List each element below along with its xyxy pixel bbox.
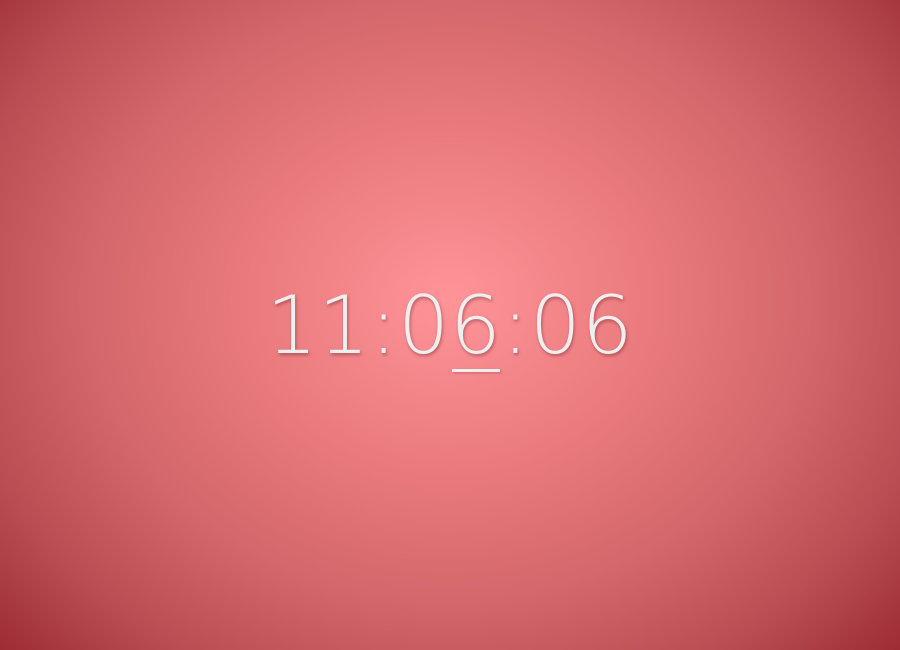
- clock-separator: :: [501, 279, 530, 372]
- clock-hours: 11: [266, 279, 371, 372]
- clock-minutes-tens: 0: [398, 279, 450, 372]
- text-cursor-underline: [452, 369, 500, 372]
- clock-container: 11:06:06: [0, 278, 900, 374]
- clock-screen: { "colors": { "background_center": "#ff9…: [0, 0, 900, 650]
- clock-minutes-ones-with-cursor: 6: [450, 278, 502, 374]
- digital-clock: 11:06:06: [266, 278, 633, 374]
- clock-separator: :: [370, 279, 399, 372]
- clock-minutes-ones: 6: [450, 279, 502, 372]
- clock-seconds: 06: [529, 279, 634, 372]
